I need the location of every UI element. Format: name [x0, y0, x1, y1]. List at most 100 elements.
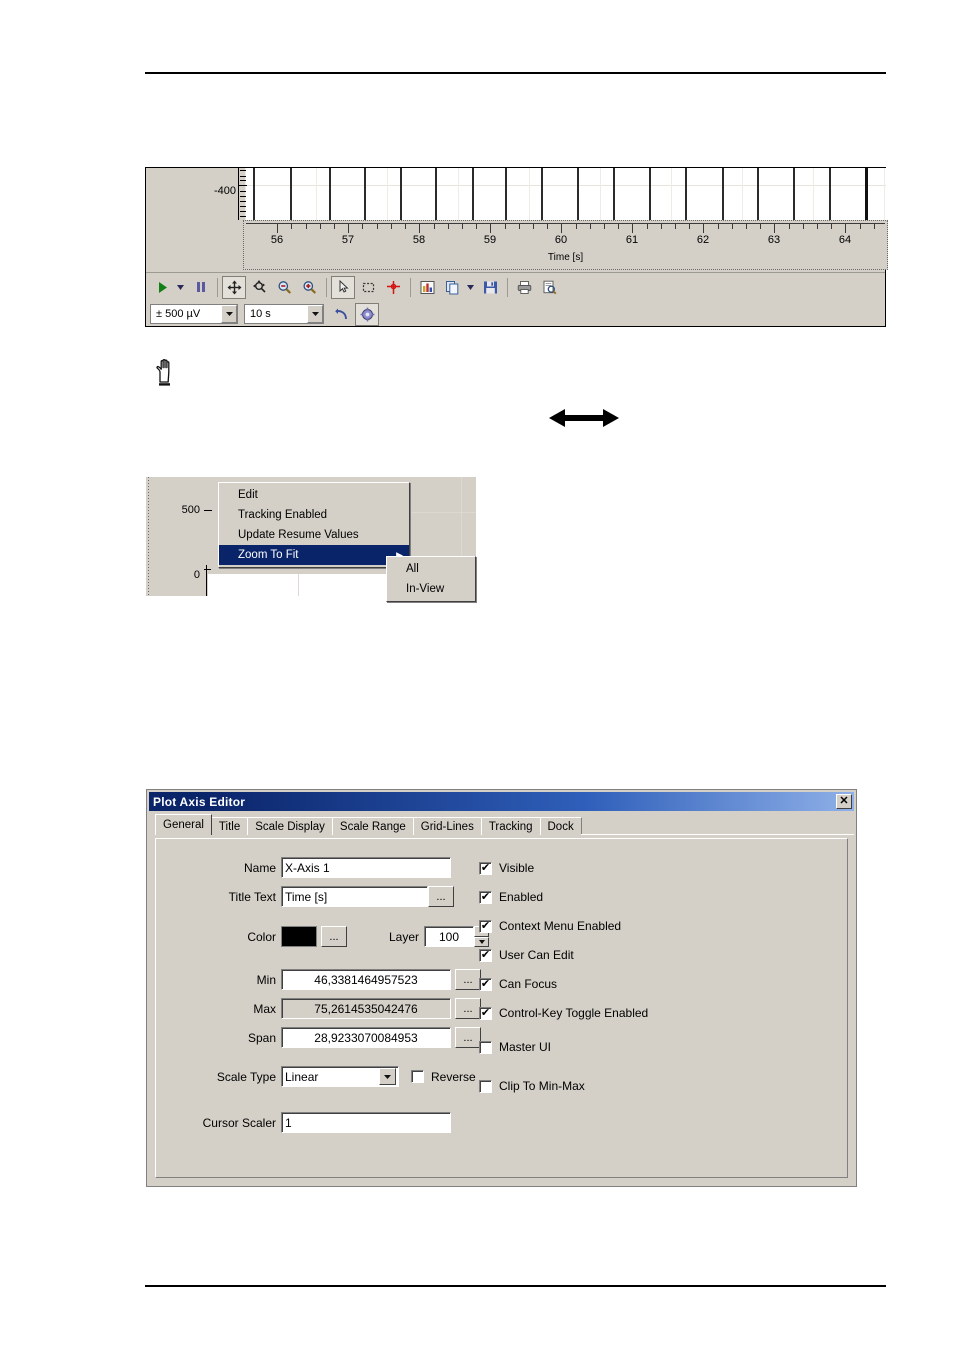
dropdown-arrow-icon[interactable] [379, 1068, 396, 1085]
tab-grid-lines[interactable]: Grid-Lines [412, 817, 482, 835]
dropdown-arrow-icon[interactable] [307, 305, 323, 323]
menu-item-tracking-enabled[interactable]: Tracking Enabled [219, 505, 409, 525]
min-browse-button[interactable]: ... [455, 969, 481, 990]
tab-title[interactable]: Title [210, 817, 249, 835]
min-input[interactable]: 46,3381464957523 [281, 969, 451, 990]
toolbar-separator [410, 277, 411, 297]
layer-input[interactable]: 100 [424, 926, 474, 947]
master-ui-checkbox[interactable] [479, 1040, 492, 1054]
can-focus-checkbox[interactable]: ✔ [479, 977, 492, 991]
x-axis-title: Time [s] [547, 252, 584, 263]
pan-move-icon [227, 280, 241, 294]
clip-to-min-max-label: Clip To Min-Max [499, 1079, 585, 1093]
x-tick-label: 63 [767, 234, 781, 246]
tab-scale-range[interactable]: Scale Range [331, 817, 414, 835]
user-can-edit-checkbox[interactable]: ✔ [479, 948, 492, 962]
span-browse-button[interactable]: ... [455, 1027, 481, 1048]
name-input[interactable]: X-Axis 1 [281, 857, 451, 878]
context-menu-figure: 500 0 Edit Tracking Enabled Update Resum… [146, 477, 506, 602]
print-preview-icon [543, 280, 556, 294]
cursor-button[interactable] [381, 276, 405, 299]
max-label: Max [253, 1001, 276, 1016]
zoom-fit-button[interactable] [247, 276, 271, 299]
tab-general[interactable]: General [155, 814, 212, 835]
close-icon[interactable]: ✕ [836, 794, 852, 809]
color-label: Color [247, 929, 276, 944]
visible-checkbox[interactable]: ✔ [479, 861, 492, 875]
submenu-item-label: All [406, 563, 419, 575]
submenu-item-all[interactable]: All [387, 559, 475, 579]
tab-dock[interactable]: Dock [539, 817, 582, 835]
amplitude-scale-select[interactable]: ± 500 µV [150, 304, 238, 324]
color-browse-button[interactable]: ... [321, 926, 347, 947]
menu-item-label: Zoom To Fit [238, 549, 299, 561]
submenu-item-label: In-View [406, 583, 445, 595]
x-axis-panel[interactable]: 56 57 58 59 60 61 62 63 64 Time [s] [243, 220, 888, 270]
enabled-checkbox[interactable]: ✔ [479, 890, 492, 904]
copy-button[interactable] [440, 276, 464, 299]
max-browse-button[interactable]: ... [455, 998, 481, 1019]
plot-axis-editor-dialog: Plot Axis Editor ✕ General Title Scale D… [147, 790, 856, 1186]
title-text-input[interactable]: Time [s] [281, 886, 428, 907]
menu-item-zoom-to-fit[interactable]: Zoom To Fit ▶ [219, 545, 409, 565]
can-focus-label: Can Focus [499, 977, 558, 991]
settings-button[interactable] [355, 302, 379, 326]
tab-scale-display[interactable]: Scale Display [247, 817, 333, 835]
pan-button[interactable] [222, 275, 246, 299]
tab-label: General [163, 819, 204, 831]
print-preview-button[interactable] [537, 276, 561, 299]
menu-item-update-resume-values[interactable]: Update Resume Values [219, 525, 409, 545]
select-button[interactable] [331, 275, 355, 299]
reverse-checkbox[interactable] [411, 1070, 424, 1083]
clip-to-min-max-checkbox[interactable] [479, 1079, 492, 1093]
tab-tracking[interactable]: Tracking [480, 817, 541, 835]
submenu-item-in-view[interactable]: In-View [387, 579, 475, 599]
plot-canvas[interactable] [245, 168, 886, 220]
zoom-in-button[interactable] [297, 276, 321, 299]
x-tick-label: 58 [412, 234, 426, 246]
control-key-toggle-enabled-checkbox[interactable]: ✔ [479, 1006, 492, 1020]
x-tick-label: 61 [625, 234, 639, 246]
reverse-label: Reverse [431, 1069, 476, 1084]
color-swatch[interactable] [281, 926, 317, 947]
context-menu-enabled-label: Context Menu Enabled [499, 919, 622, 933]
dropdown-arrow-icon [177, 284, 184, 290]
dialog-title-bar[interactable]: Plot Axis Editor ✕ [149, 792, 854, 811]
undo-button[interactable] [330, 303, 354, 326]
copy-icon [445, 280, 458, 294]
context-menu: Edit Tracking Enabled Update Resume Valu… [218, 482, 410, 568]
y-axis-tick-label: 0 [193, 569, 200, 581]
context-menu-enabled-checkbox[interactable]: ✔ [479, 919, 492, 933]
save-button[interactable] [478, 276, 502, 299]
x-tick-label: 56 [270, 234, 284, 246]
run-dropdown-button[interactable] [175, 276, 186, 299]
menu-item-label: Tracking Enabled [238, 509, 328, 521]
menu-item-label: Edit [238, 489, 258, 501]
scale-type-select[interactable]: Linear [281, 1066, 399, 1087]
scale-type-value: Linear [285, 1069, 319, 1084]
timebase-select[interactable]: 10 s [244, 304, 324, 324]
zoom-in-icon [302, 280, 316, 294]
copy-dropdown-button[interactable] [465, 276, 476, 299]
tab-label: Tracking [488, 820, 533, 833]
chart-properties-button[interactable] [415, 276, 439, 299]
title-text-browse-button[interactable]: ... [428, 886, 454, 907]
pause-button[interactable] [188, 276, 212, 299]
page-rule-top [145, 72, 886, 74]
cursor-scaler-input[interactable]: 1 [281, 1112, 451, 1133]
run-button[interactable] [150, 276, 174, 299]
x-tick-label: 57 [341, 234, 355, 246]
span-input[interactable]: 28,9233070084953 [281, 1027, 451, 1048]
zoom-out-icon [277, 280, 291, 294]
menu-item-edit[interactable]: Edit [219, 485, 409, 505]
max-input[interactable]: 75,2614535042476 [281, 998, 451, 1019]
save-disk-icon [483, 281, 497, 293]
rubber-band-button[interactable] [356, 276, 380, 299]
dropdown-arrow-icon[interactable] [221, 305, 237, 323]
x-tick-label: 64 [838, 234, 852, 246]
print-button[interactable] [512, 276, 536, 299]
zoom-out-button[interactable] [272, 276, 296, 299]
title-text-label: Title Text [228, 889, 276, 904]
name-label: Name [243, 860, 276, 875]
visible-label: Visible [499, 861, 535, 875]
